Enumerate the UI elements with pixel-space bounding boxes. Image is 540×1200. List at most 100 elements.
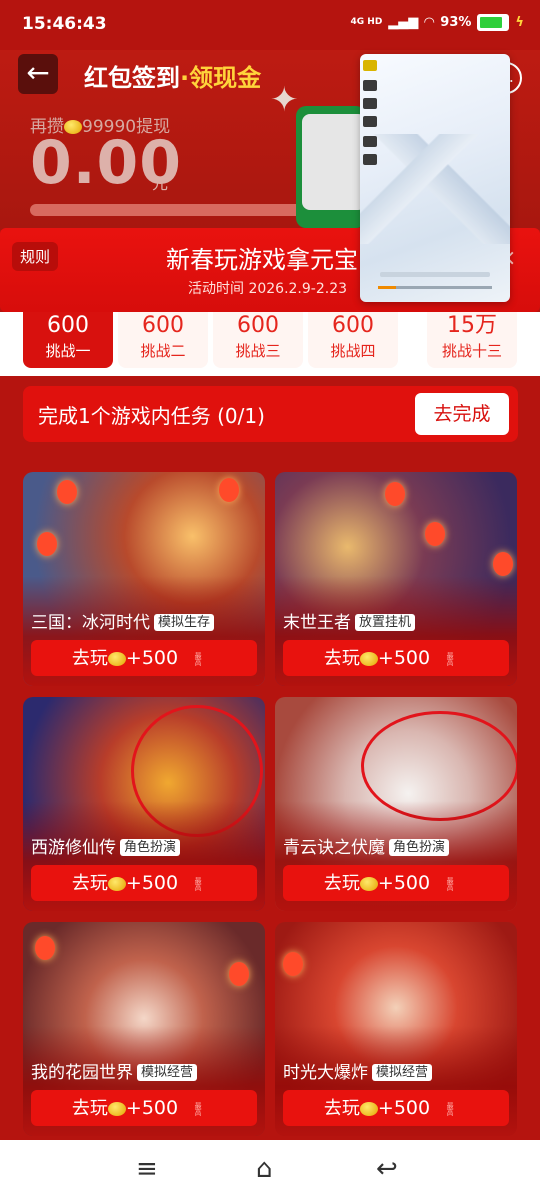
arrow-left-icon: ←: [26, 56, 50, 89]
tab-challenge-1[interactable]: 600 挑战一: [23, 312, 113, 368]
reward-cap-label: 最高: [194, 1102, 203, 1116]
game-title: 末世王者 放置挂机: [283, 608, 416, 633]
play-button[interactable]: 去玩 +500 最高: [31, 640, 257, 676]
coin-icon: [359, 652, 378, 666]
game-card[interactable]: 末世王者 放置挂机 去玩 +500 最高: [275, 472, 517, 686]
game-title: 三国：冰河时代 模拟生存: [31, 608, 215, 633]
tab-label: 挑战三: [235, 342, 281, 360]
reward-cap-label: 最高: [446, 1102, 455, 1116]
reward-cap-label: 最高: [446, 877, 455, 891]
coin-icon: [107, 652, 126, 666]
menu-icon[interactable]: ≡: [136, 1154, 158, 1184]
coin-icon: [107, 1102, 126, 1116]
battery-icon: [477, 14, 510, 31]
back-button[interactable]: ←: [18, 54, 58, 94]
complete-task-button[interactable]: 去完成: [415, 393, 509, 435]
withdraw-progress-bar: [30, 204, 302, 216]
banner-time: 活动时间 2026.2.9-2.23: [188, 281, 348, 297]
wifi-icon: ◠: [424, 15, 435, 30]
rules-button[interactable]: 规则: [12, 242, 59, 271]
mini-tool-icon[interactable]: [363, 136, 377, 147]
mini-tool-icon[interactable]: [363, 98, 377, 109]
reward-amount: +500: [377, 647, 431, 669]
reward-amount: +500: [125, 872, 179, 894]
play-label: 去玩: [323, 873, 360, 894]
mini-logo-icon: [363, 60, 377, 71]
game-genre-tag: 放置挂机: [355, 614, 416, 631]
tab-label: 挑战十三: [441, 342, 502, 360]
tab-value: 600: [237, 313, 279, 338]
snow-mountain-image: [360, 134, 510, 244]
tab-value: 600: [142, 313, 184, 338]
game-genre-tag: 角色扮演: [389, 839, 450, 856]
tab-value: 600: [332, 313, 374, 338]
play-button[interactable]: 去玩 +500 最高: [31, 865, 257, 901]
mini-progress: [378, 286, 492, 289]
charging-icon: ϟ: [515, 15, 524, 30]
battery-percent: 93%: [440, 15, 472, 30]
coin-icon: [107, 877, 126, 891]
reward-cap-label: 最高: [194, 652, 203, 666]
tab-value: 15万: [447, 313, 497, 338]
title-accent: 领现金: [189, 64, 262, 92]
reward-amount: +500: [125, 647, 179, 669]
challenge-tabs: 600 挑战一 600 挑战二 600 挑战三 600 挑战四 15万 挑战十三: [0, 312, 540, 376]
floating-window[interactable]: [360, 54, 510, 302]
tab-challenge-13[interactable]: 15万 挑战十三: [427, 312, 517, 368]
game-card[interactable]: 三国：冰河时代 模拟生存 去玩 +500 最高: [23, 472, 265, 686]
title-dot: ·: [180, 64, 190, 92]
status-icons: 4G HD ▂▄▆ ◠ 93% ϟ: [350, 14, 524, 31]
banner-title: 新春玩游戏拿元宝: [166, 246, 358, 274]
network-indicator: 4G HD: [350, 17, 383, 27]
game-card[interactable]: 西游修仙传 角色扮演 去玩 +500 最高: [23, 697, 265, 911]
status-time: 15:46:43: [22, 14, 107, 34]
game-name: 西游修仙传: [31, 838, 116, 858]
reward-amount: +500: [377, 1097, 431, 1119]
play-button[interactable]: 去玩 +500 最高: [283, 640, 509, 676]
coin-icon: [359, 877, 378, 891]
task-text: 完成1个游戏内任务 (0/1): [38, 404, 265, 428]
promo-card[interactable]: [296, 106, 366, 228]
signal-icon: ▂▄▆: [388, 15, 419, 30]
tab-value: 600: [47, 313, 89, 338]
game-name: 青云诀之伏魔: [283, 838, 385, 858]
game-name: 末世王者: [283, 613, 351, 633]
game-card[interactable]: 青云诀之伏魔 角色扮演 去玩 +500 最高: [275, 697, 517, 911]
mini-tool-icon[interactable]: [363, 154, 377, 165]
sparkle-icon: ✦: [270, 80, 299, 120]
reward-amount: +500: [377, 872, 431, 894]
coin-icon: [359, 1102, 378, 1116]
balance-unit: 元: [152, 174, 169, 193]
tab-challenge-2[interactable]: 600 挑战二: [118, 312, 208, 368]
home-icon[interactable]: ⌂: [256, 1154, 273, 1184]
reward-amount: +500: [125, 1097, 179, 1119]
game-title: 时光大爆炸 模拟经营: [283, 1058, 433, 1083]
game-card[interactable]: 时光大爆炸 模拟经营 去玩 +500 最高: [275, 922, 517, 1136]
mini-caption: [380, 272, 490, 277]
game-card[interactable]: 我的花园世界 模拟经营 去玩 +500 最高: [23, 922, 265, 1136]
system-nav-bar: ≡ ⌂ ↩: [0, 1140, 540, 1200]
play-button[interactable]: 去玩 +500 最高: [283, 865, 509, 901]
play-label: 去玩: [71, 1098, 108, 1119]
page-title: 红包签到·领现金: [84, 58, 261, 93]
mini-tool-icon[interactable]: [363, 80, 377, 91]
game-title: 西游修仙传 角色扮演: [31, 833, 181, 858]
play-button[interactable]: 去玩 +500 最高: [31, 1090, 257, 1126]
game-name: 我的花园世界: [31, 1063, 133, 1083]
status-bar: 15:46:43 4G HD ▂▄▆ ◠ 93% ϟ: [0, 0, 540, 50]
play-button[interactable]: 去玩 +500 最高: [283, 1090, 509, 1126]
reward-cap-label: 最高: [446, 652, 455, 666]
back-icon[interactable]: ↩: [376, 1154, 398, 1184]
play-label: 去玩: [323, 1098, 360, 1119]
tab-challenge-3[interactable]: 600 挑战三: [213, 312, 303, 368]
game-genre-tag: 模拟经营: [137, 1064, 198, 1081]
mini-tool-icon[interactable]: [363, 116, 377, 127]
reward-cap-label: 最高: [194, 877, 203, 891]
tab-challenge-4[interactable]: 600 挑战四: [308, 312, 398, 368]
game-name: 三国：冰河时代: [31, 613, 150, 633]
title-main: 红包签到: [84, 64, 180, 92]
game-genre-tag: 模拟经营: [372, 1064, 433, 1081]
game-title: 青云诀之伏魔 角色扮演: [283, 833, 450, 858]
game-title: 我的花园世界 模拟经营: [31, 1058, 198, 1083]
play-label: 去玩: [71, 648, 108, 669]
